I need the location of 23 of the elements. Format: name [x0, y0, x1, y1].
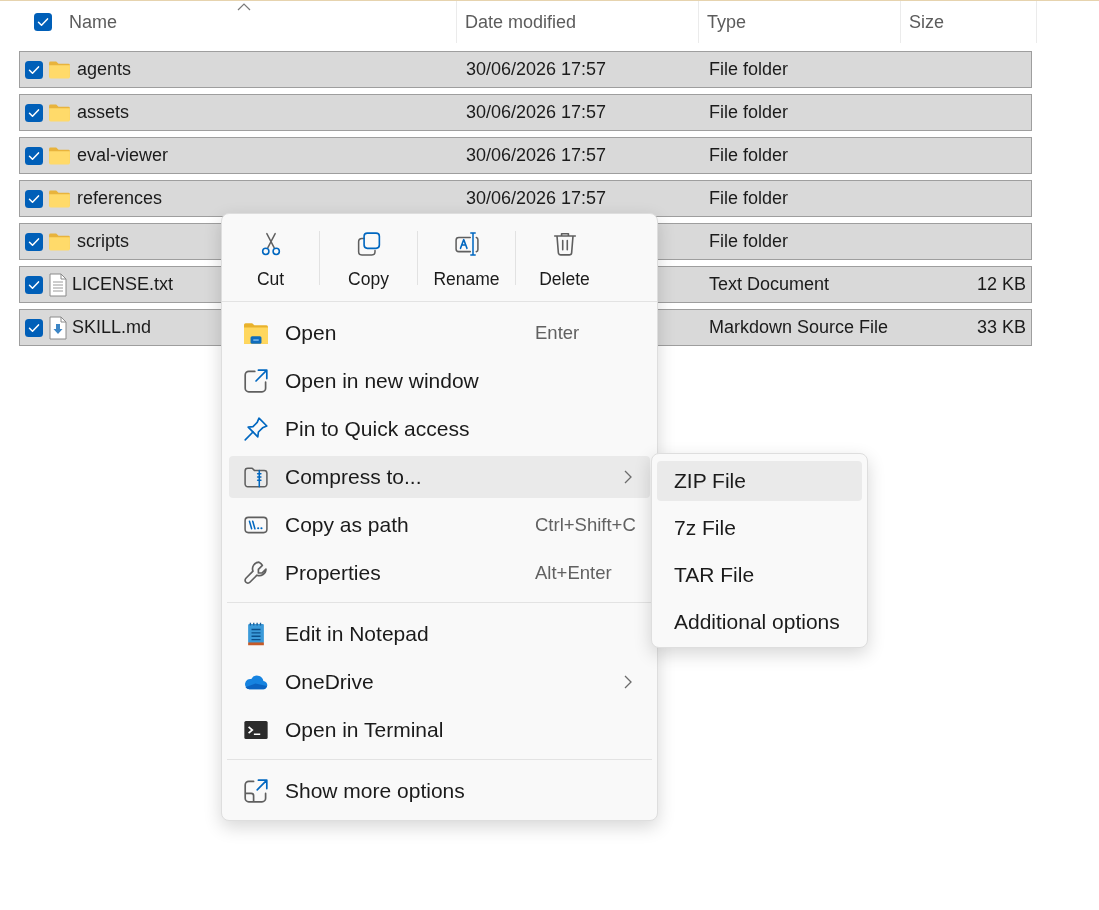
file-type-text: File folder	[709, 187, 789, 210]
file-name: scripts	[77, 230, 129, 253]
date-modified-text: 30/06/2026 17:57	[466, 187, 607, 210]
file-name: SKILL.md	[72, 316, 152, 339]
file-name: assets	[77, 101, 130, 124]
shortcut-text: Alt+Enter	[535, 561, 612, 586]
file-size-text: 12 KB	[976, 273, 1026, 296]
file-size-text: 33 KB	[976, 316, 1026, 339]
file-type-text: File folder	[709, 58, 789, 81]
shortcut-text: Enter	[535, 321, 580, 346]
file-type-text: File folder	[709, 230, 789, 253]
date-modified-text: 30/06/2026 17:57	[466, 101, 607, 124]
date-modified-text: 30/06/2026 17:57	[466, 144, 607, 167]
file-type-text: Markdown Source File	[709, 316, 889, 339]
file-name: eval-viewer	[77, 144, 169, 167]
file-type-text: Text Document	[709, 273, 830, 296]
file-name: LICENSE.txt	[72, 273, 174, 296]
file-name: references	[77, 187, 163, 210]
file-type-text: File folder	[709, 144, 789, 167]
file-name: agents	[77, 58, 132, 81]
file-type-text: File folder	[709, 101, 789, 124]
date-modified-text: 30/06/2026 17:57	[466, 58, 607, 81]
shortcut-text: Ctrl+Shift+C	[535, 513, 636, 538]
